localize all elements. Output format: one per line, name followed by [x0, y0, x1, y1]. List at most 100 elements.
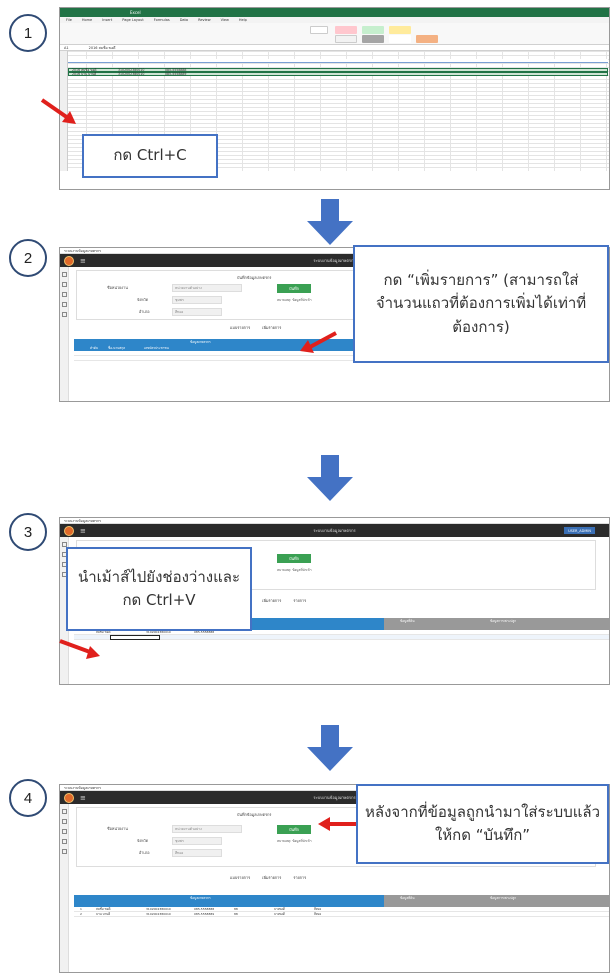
menu-formulas[interactable]: Formulas: [154, 18, 170, 22]
sidebar: [60, 804, 69, 972]
home-icon[interactable]: [61, 809, 67, 814]
cell-district: สีทอง: [314, 912, 322, 916]
menu-view[interactable]: View: [221, 18, 229, 22]
radio-list[interactable]: แบบรายการ: [230, 875, 250, 881]
panel-title: บันทึกข้อมูลเกษตรกร: [237, 812, 272, 817]
note-text: หมายเหตุ: ข้อมูลที่นำเข้า: [277, 839, 312, 843]
list-icon[interactable]: [61, 819, 67, 824]
note-text: หมายเหตุ: ข้อมูลที่นำเข้า: [277, 568, 312, 572]
step-number: 2: [9, 239, 47, 277]
step-number: 3: [9, 513, 47, 551]
table-row[interactable]: 2 บาน บานดี 3102002380010 085-5558889 88…: [74, 912, 609, 917]
field-label: อำเภอ: [139, 309, 150, 314]
chart-icon[interactable]: [61, 829, 67, 834]
callout-step-3: นำเม้าส์ไปยังช่องว่างและกด Ctrl+V: [66, 547, 252, 631]
excel-ribbon: [60, 23, 609, 45]
cell-subdistrict: บางขอดี: [274, 912, 285, 916]
rows-suffix: รายการ: [293, 598, 307, 603]
red-arrow: [40, 98, 76, 124]
cell-id: 3102002380010: [146, 907, 171, 911]
callout-step-1: กด Ctrl+C: [82, 134, 218, 178]
style-check-cell[interactable]: [362, 35, 384, 43]
excel-title-bar: Excel: [60, 8, 609, 17]
paste-target-cell[interactable]: [110, 635, 160, 640]
radio-add-rows[interactable]: เพิ่มรายการ: [262, 875, 281, 881]
cell-name: 2016 บาน บานดี: [72, 72, 97, 76]
step-4: 4 ระบบงานข้อมูลเกษตรกร ≡ ระบบงานข้อมูลเก…: [0, 770, 610, 975]
cell-phone: 085-5558889: [165, 72, 187, 76]
radio-list[interactable]: แบบรายการ: [230, 325, 250, 331]
menu-home[interactable]: Home: [82, 18, 92, 22]
table-group-label: ข้อมูลการเพาะปลูก: [490, 896, 517, 900]
style-good[interactable]: [362, 26, 384, 34]
chart-icon[interactable]: [61, 292, 67, 297]
file-icon[interactable]: [61, 302, 67, 307]
rows-suffix: รายการ: [293, 875, 307, 880]
list-icon[interactable]: [61, 282, 67, 287]
style-input[interactable]: [416, 35, 438, 43]
report-icon[interactable]: [61, 312, 67, 317]
menu-insert[interactable]: Insert: [102, 18, 112, 22]
cell-name: บาน บานดี: [96, 912, 111, 916]
table-row-empty[interactable]: [74, 635, 609, 640]
cell-phone: 085-5558889: [194, 912, 215, 916]
user-badge[interactable]: USER_ADMIN: [564, 527, 595, 534]
table-group-label: ข้อมูลเกษตรกร: [190, 340, 211, 344]
table-header: [74, 895, 384, 907]
style-calculation[interactable]: [335, 35, 357, 43]
app-header: ≡ ระบบงานข้อมูลเกษตรกร USER_ADMIN: [60, 524, 609, 537]
district-input[interactable]: สีทอง: [172, 849, 222, 857]
style-neutral[interactable]: [389, 26, 411, 34]
radio-add-rows[interactable]: เพิ่มรายการ: [262, 325, 281, 331]
down-arrow-icon: [307, 725, 353, 771]
header-row: [68, 59, 608, 63]
org-input[interactable]: หน่วยงานตัวอย่าง: [172, 284, 242, 292]
field-label: อำเภอ: [139, 850, 150, 855]
step-2: 2 ระบบงานข้อมูลเกษตรกร ≡ ระบบงานข้อมูลเก…: [0, 239, 610, 460]
cell-house: 88: [234, 907, 238, 911]
step-3: 3 ระบบงานข้อมูลเกษตรกร ≡ ระบบงานข้อมูลเก…: [0, 500, 610, 725]
cell-index: 2: [80, 912, 82, 916]
callout-step-4: หลังจากที่ข้อมูลถูกนำมาใส่ระบบแล้ว ให้กด…: [356, 784, 609, 864]
step-number: 1: [9, 14, 47, 52]
down-arrow-icon: [307, 199, 353, 245]
red-arrow: [300, 331, 337, 353]
report-icon[interactable]: [61, 849, 67, 854]
red-arrow: [59, 639, 100, 659]
district-input[interactable]: สีทอง: [172, 308, 222, 316]
org-input[interactable]: หน่วยงานตัวอย่าง: [172, 825, 242, 833]
radio-add-rows[interactable]: เพิ่มรายการ: [262, 598, 281, 604]
menu-file[interactable]: File: [66, 18, 72, 22]
table-group-label: ข้อมูลที่ดิน: [400, 619, 415, 623]
style-explanatory[interactable]: [389, 35, 411, 43]
style-normal[interactable]: [310, 26, 328, 34]
selected-row[interactable]: [68, 72, 608, 76]
red-arrow: [318, 817, 356, 831]
style-bad[interactable]: [335, 26, 357, 34]
field-label: จังหวัด: [137, 297, 149, 302]
province-input[interactable]: ชุมพร: [172, 296, 222, 304]
province-input[interactable]: ชุมพร: [172, 837, 222, 845]
step-1: 1 Excel File Home Insert Page Layout For…: [0, 0, 610, 200]
note-text: หมายเหตุ: ข้อมูลที่นำเข้า: [277, 298, 312, 302]
table-group-label: ข้อมูลที่ดิน: [400, 896, 415, 900]
save-button[interactable]: บันทึก: [277, 554, 311, 563]
save-button[interactable]: บันทึก: [277, 825, 311, 834]
table-group-label: ข้อมูลเกษตรกร: [190, 896, 211, 900]
field-label: ชื่อหน่วยงาน: [107, 826, 128, 831]
row-options: แบบรายการ เพิ่มรายการ รายการ: [230, 875, 306, 881]
cell-house: 88: [234, 912, 238, 916]
menu-page-layout[interactable]: Page Layout: [122, 18, 143, 22]
home-icon[interactable]: [61, 272, 67, 277]
table-group-label: ข้อมูลการเพาะปลูก: [490, 619, 517, 623]
file-icon[interactable]: [61, 839, 67, 844]
field-label: ชื่อหน่วยงาน: [107, 285, 128, 290]
panel-title: บันทึกข้อมูลเกษตรกร: [237, 275, 272, 280]
menu-review[interactable]: Review: [198, 18, 211, 22]
sidebar: [60, 267, 69, 401]
cell-phone: 085-5558888: [194, 907, 215, 911]
menu-data[interactable]: Data: [180, 18, 188, 22]
menu-help[interactable]: Help: [239, 18, 247, 22]
save-button[interactable]: บันทึก: [277, 284, 311, 293]
row-options: แบบรายการ เพิ่มรายการ: [230, 325, 281, 331]
